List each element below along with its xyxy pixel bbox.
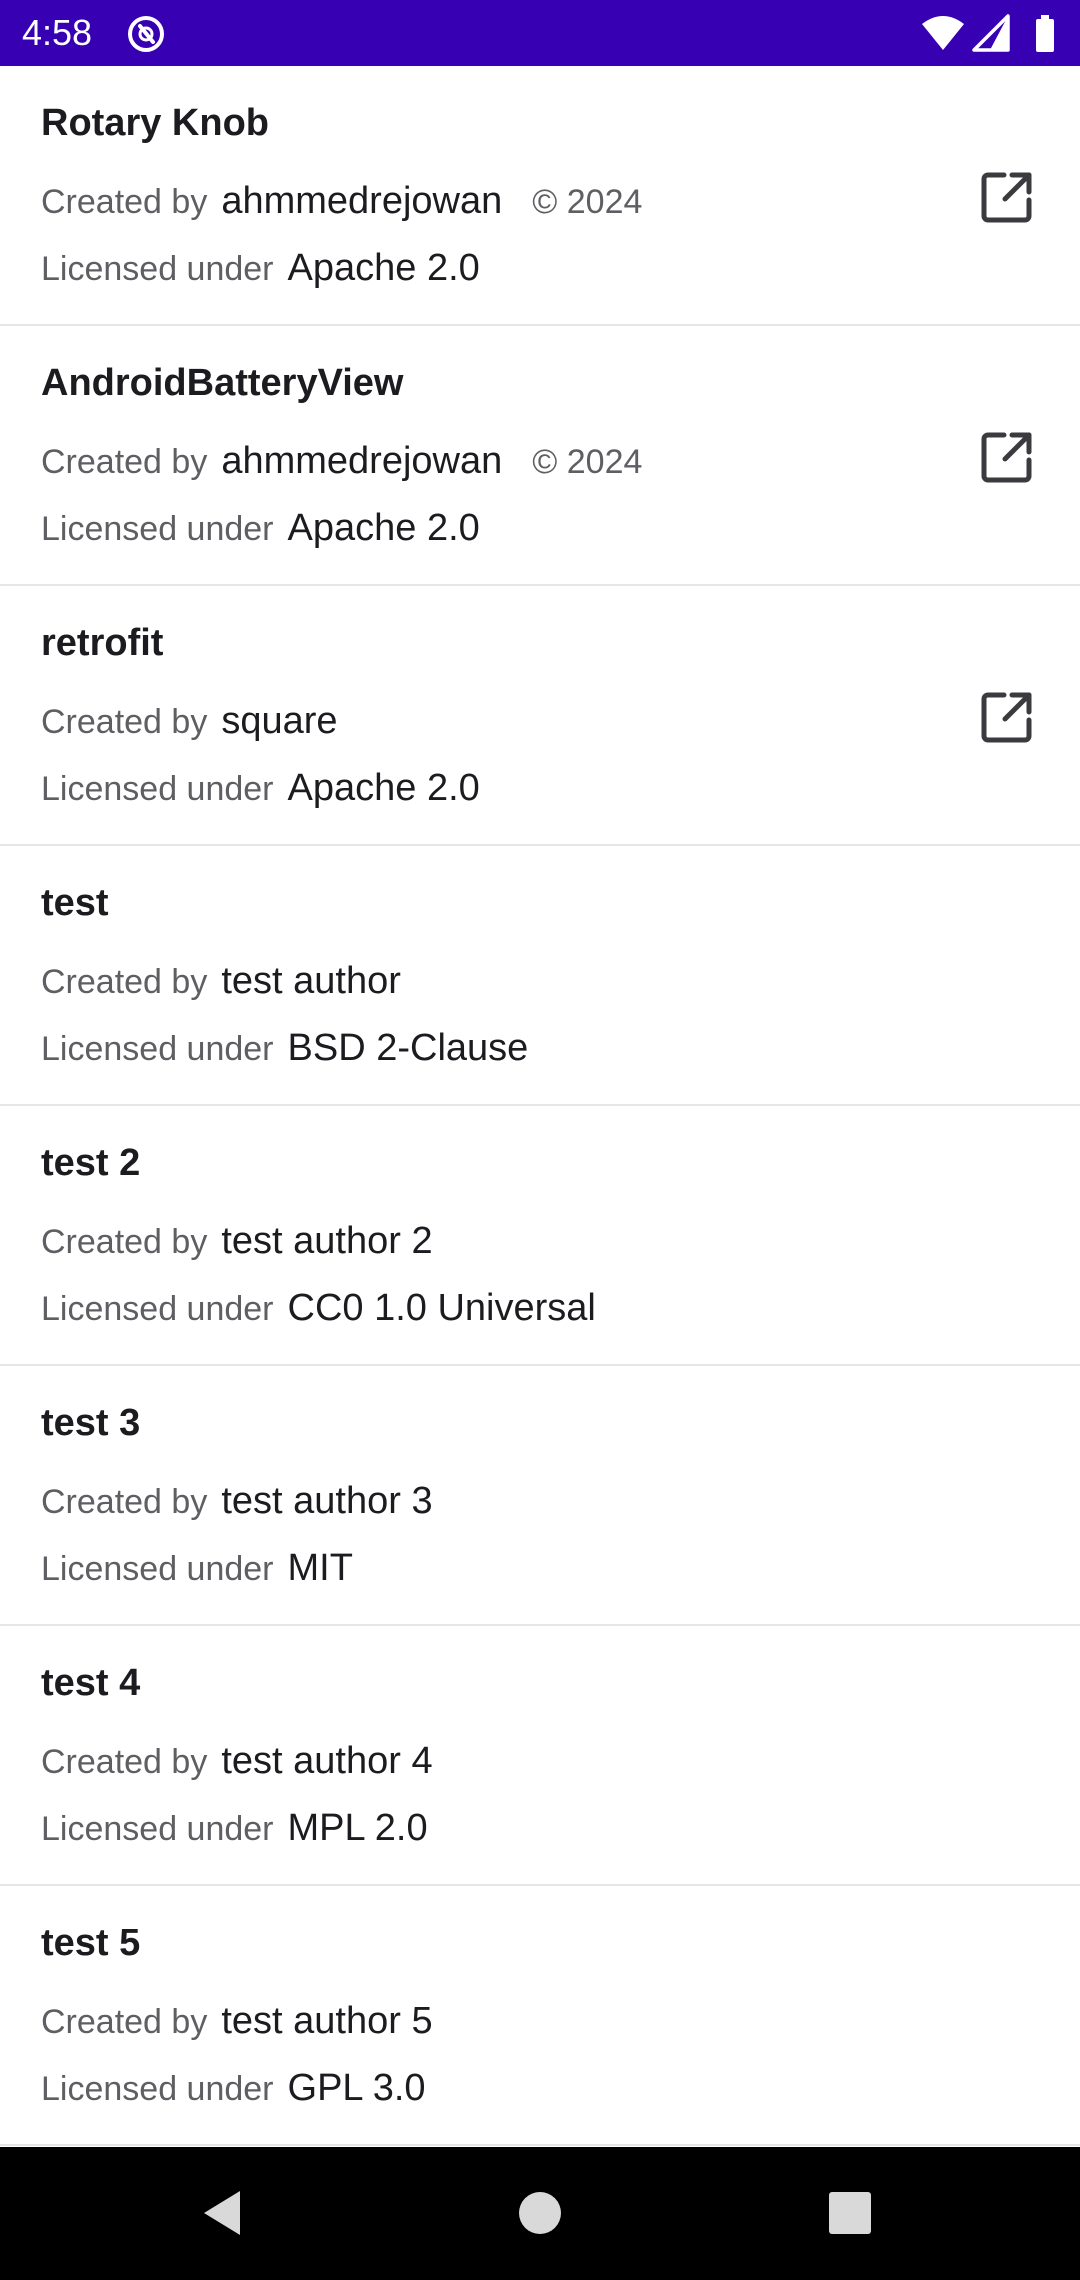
library-item: test 2 Created by test author 2 Licensed un… — [0, 1106, 1080, 1366]
library-license: MIT — [287, 1547, 353, 1589]
licensed-under-label: Licensed under — [41, 1290, 274, 1328]
library-item[interactable]: retrofit Created by square Licensed under Ap… — [0, 586, 1080, 846]
library-author: ahmmedrejowan — [221, 180, 503, 222]
library-list: Rotary Knob Created by ahmmedrejowan © 2024… — [0, 66, 1080, 2146]
library-author: test author — [221, 960, 401, 1002]
created-by-label: Created by — [41, 1483, 208, 1521]
status-icons — [920, 14, 1060, 54]
open-link-button[interactable] — [972, 162, 1042, 232]
created-by-label: Created by — [41, 1743, 208, 1781]
created-by-row: Created by ahmmedrejowan © 2024 — [41, 180, 642, 230]
library-license: CC0 1.0 Universal — [287, 1287, 596, 1329]
license-row: Licensed under CC0 1.0 Universal — [41, 1287, 596, 1337]
created-by-row: Created by test author 3 — [41, 1480, 433, 1530]
library-item: test 3 Created by test author 3 Licensed un… — [0, 1366, 1080, 1626]
recents-button[interactable] — [820, 2183, 880, 2243]
licensed-under-label: Licensed under — [41, 770, 274, 808]
library-item: test 4 Created by test author 4 Licensed un… — [0, 1626, 1080, 1886]
created-by-label: Created by — [41, 1223, 208, 1261]
created-by-row: Created by test author 2 — [41, 1220, 433, 1270]
created-by-label: Created by — [41, 183, 208, 221]
library-license: MPL 2.0 — [287, 1807, 428, 1849]
wifi-icon — [922, 16, 964, 50]
library-title: test 5 — [41, 1922, 141, 1964]
library-title: retrofit — [41, 622, 164, 664]
created-by-label: Created by — [41, 963, 208, 1001]
library-author: ahmmedrejowan — [221, 440, 503, 482]
licensed-under-label: Licensed under — [41, 1550, 274, 1588]
license-row: Licensed under Apache 2.0 — [41, 247, 480, 297]
license-row: Licensed under Apache 2.0 — [41, 507, 480, 557]
created-by-label: Created by — [41, 2003, 208, 2041]
open-in-new-icon — [981, 692, 1032, 743]
library-author: test author 3 — [221, 1480, 433, 1522]
licensed-under-label: Licensed under — [41, 1810, 274, 1848]
library-license: GPL 3.0 — [287, 2067, 426, 2109]
library-title: test 4 — [41, 1662, 141, 1704]
license-row: Licensed under BSD 2-Clause — [41, 1027, 528, 1077]
recents-icon — [829, 2192, 871, 2234]
library-license: Apache 2.0 — [287, 767, 480, 809]
library-license: Apache 2.0 — [287, 507, 480, 549]
open-link-button[interactable] — [972, 422, 1042, 492]
battery-icon — [1036, 15, 1054, 52]
library-author: square — [221, 700, 338, 742]
library-author: test author 4 — [221, 1740, 433, 1782]
created-by-row: Created by test author 4 — [41, 1740, 433, 1790]
created-by-label: Created by — [41, 703, 208, 741]
created-by-row: Created by test author — [41, 960, 401, 1010]
library-title: AndroidBatteryView — [41, 362, 404, 404]
library-item: test 5 Created by test author 5 Licensed un… — [0, 1886, 1080, 2146]
status-time: 4:58 — [22, 12, 93, 53]
license-row: Licensed under MIT — [41, 1547, 353, 1597]
library-item: test Created by test author Licensed under B… — [0, 846, 1080, 1106]
home-icon — [519, 2192, 561, 2234]
back-button[interactable] — [196, 2183, 256, 2243]
home-button[interactable] — [510, 2183, 570, 2243]
license-row: Licensed under Apache 2.0 — [41, 767, 480, 817]
library-title: test — [41, 882, 109, 924]
licensed-under-label: Licensed under — [41, 2070, 274, 2108]
library-author: test author 2 — [221, 1220, 433, 1262]
created-by-label: Created by — [41, 443, 208, 481]
created-by-row: Created by test author 5 — [41, 2000, 433, 2050]
library-title: test 3 — [41, 1402, 141, 1444]
licensed-under-label: Licensed under — [41, 1030, 274, 1068]
licensed-under-label: Licensed under — [41, 510, 274, 548]
back-icon — [204, 2191, 240, 2235]
copyright-year: © 2024 — [532, 183, 643, 221]
copyright-year: © 2024 — [532, 443, 643, 481]
library-item[interactable]: Rotary Knob Created by ahmmedrejowan © 2024… — [0, 66, 1080, 326]
library-license: Apache 2.0 — [287, 247, 480, 289]
license-row: Licensed under GPL 3.0 — [41, 2067, 426, 2117]
created-by-row: Created by ahmmedrejowan © 2024 — [41, 440, 642, 490]
navigation-bar — [0, 2147, 1080, 2280]
app-notification-icon — [126, 14, 166, 54]
signal-icon — [972, 14, 1010, 52]
open-link-button[interactable] — [972, 682, 1042, 752]
open-in-new-icon — [981, 432, 1032, 483]
library-license: BSD 2-Clause — [287, 1027, 529, 1069]
license-row: Licensed under MPL 2.0 — [41, 1807, 428, 1857]
library-title: Rotary Knob — [41, 102, 269, 144]
open-in-new-icon — [981, 172, 1032, 223]
library-author: test author 5 — [221, 2000, 433, 2042]
library-item[interactable]: AndroidBatteryView Created by ahmmedrejowa… — [0, 326, 1080, 586]
licensed-under-label: Licensed under — [41, 250, 274, 288]
library-title: test 2 — [41, 1142, 141, 1184]
created-by-row: Created by square — [41, 700, 338, 750]
status-bar: 4:58 — [0, 0, 1080, 66]
